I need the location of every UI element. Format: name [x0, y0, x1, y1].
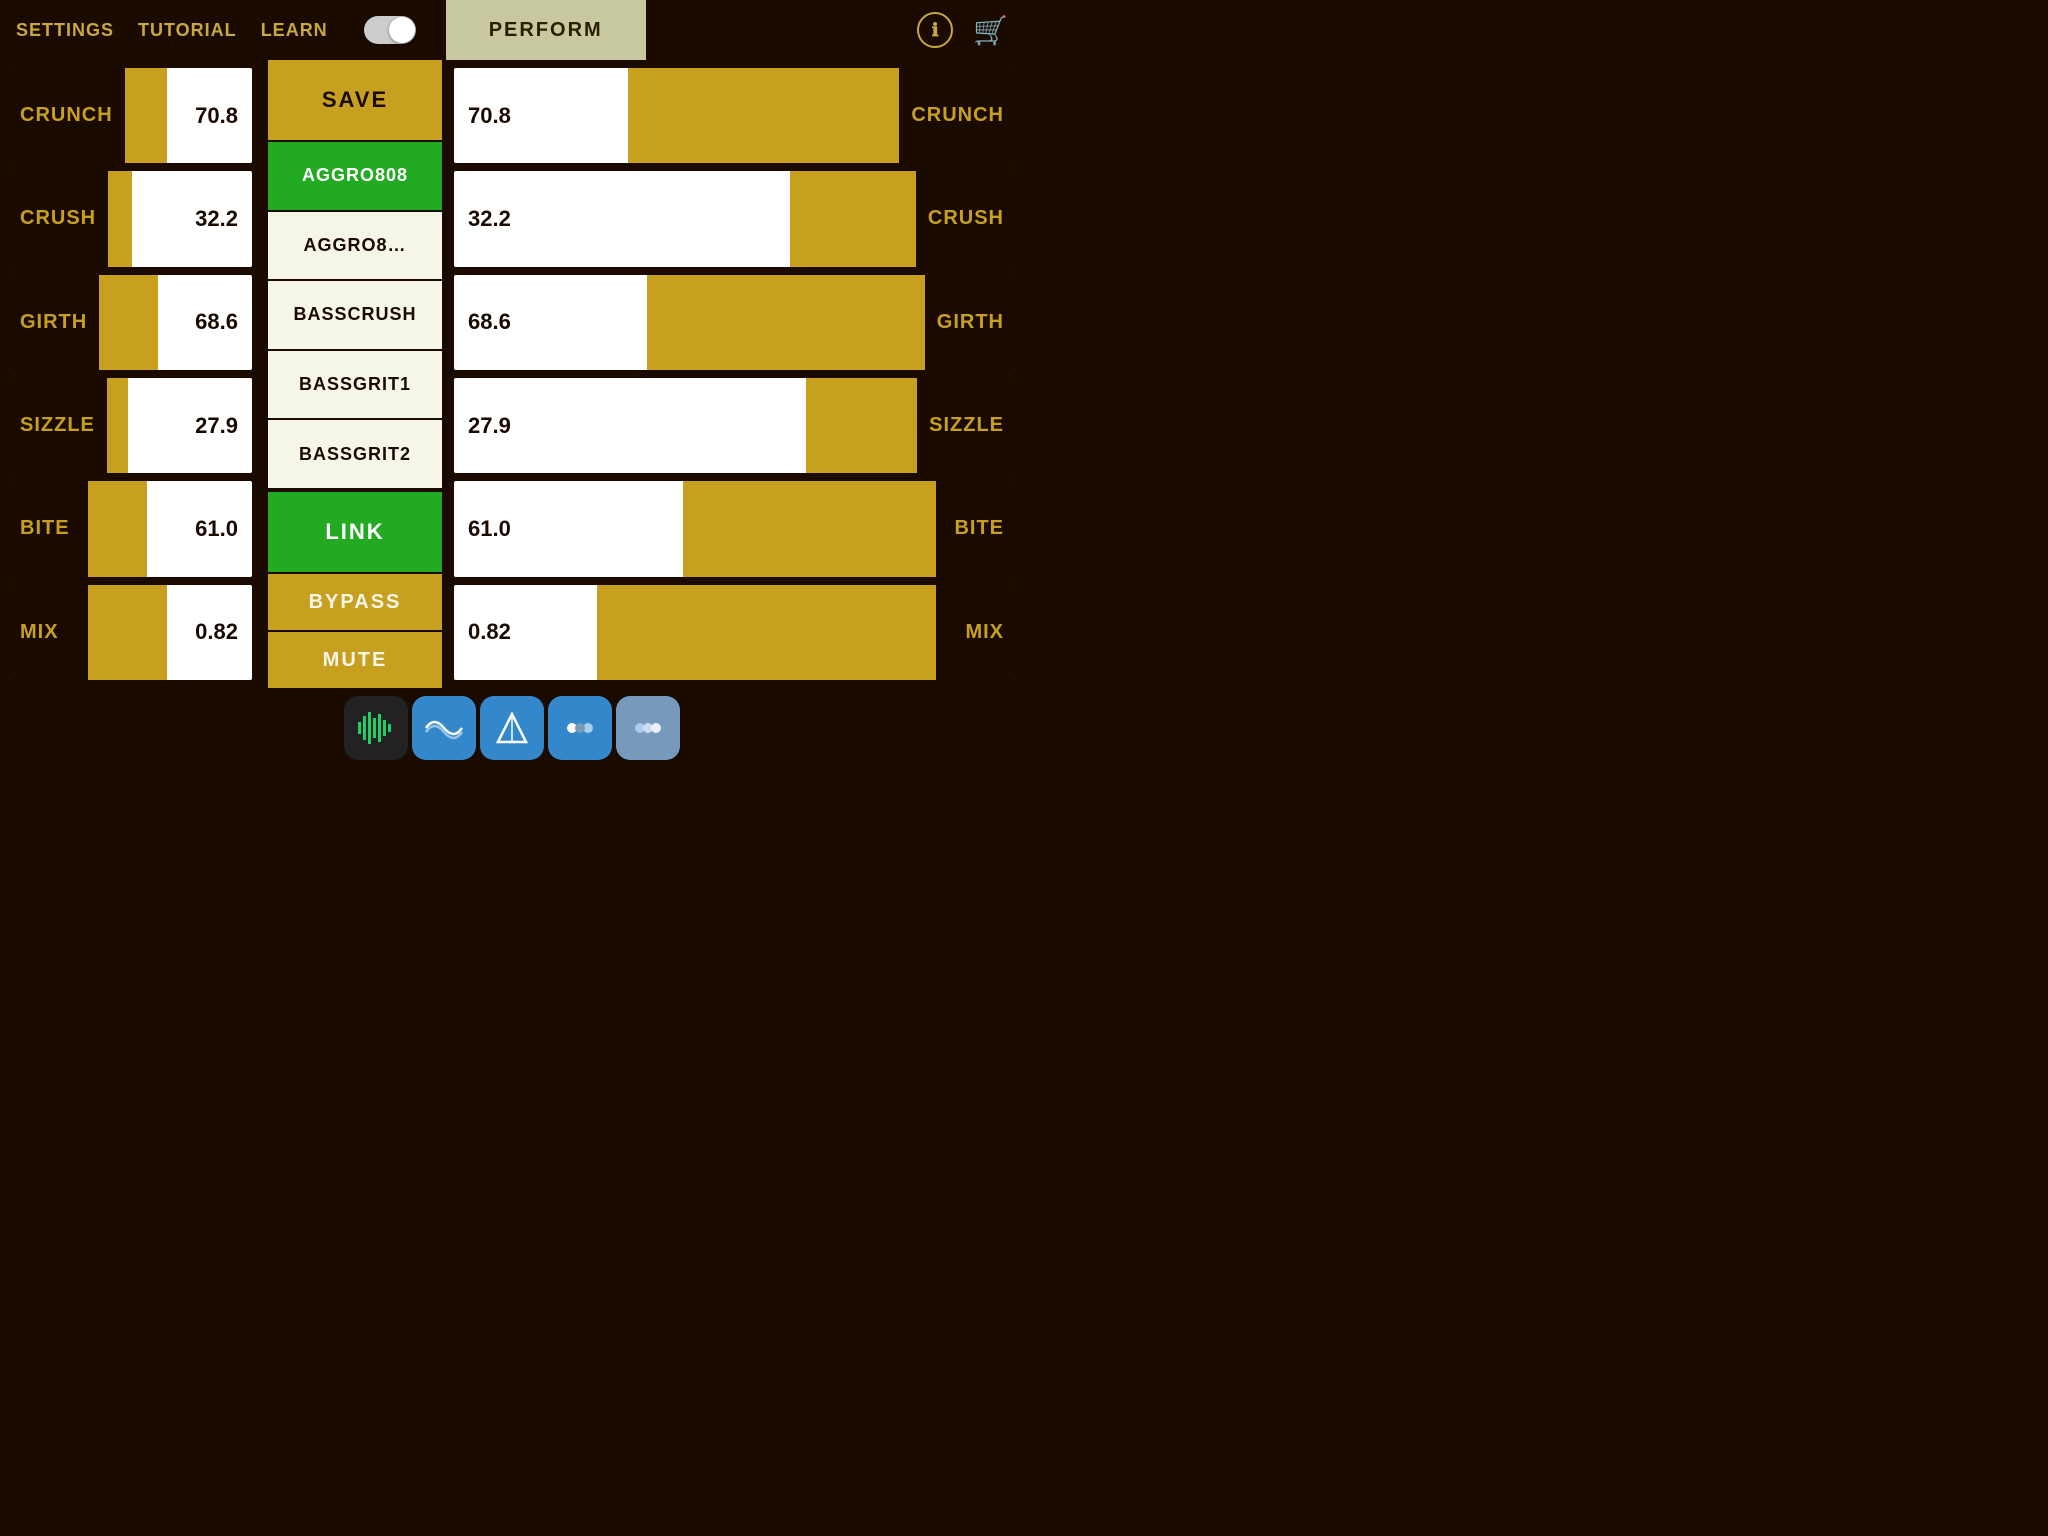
right-slider-track-0[interactable] — [522, 68, 899, 163]
top-right: ℹ 🛒 — [917, 12, 1008, 48]
right-slider-track-5[interactable] — [522, 585, 936, 680]
dock-oscilloscope[interactable] — [412, 696, 476, 760]
right-slider-label-1: CRUSH — [916, 171, 1016, 266]
toggle-knob — [389, 17, 415, 43]
left-slider-label-1: CRUSH — [8, 171, 108, 266]
left-slider-row-4[interactable]: BITE 61.0 — [8, 481, 252, 576]
left-slider-track-1[interactable] — [108, 171, 184, 266]
left-slider-value-0: 70.8 — [184, 68, 252, 163]
dock-dots2[interactable] — [616, 696, 680, 760]
right-slider-row-5[interactable]: 0.82 MIX — [454, 585, 1016, 680]
left-slider-value-4: 61.0 — [184, 481, 252, 576]
right-slider-label-0: CRUNCH — [899, 68, 1016, 163]
info-button[interactable]: ℹ — [917, 12, 953, 48]
tutorial-nav[interactable]: TUTORIAL — [138, 20, 237, 41]
left-slider-value-5: 0.82 — [184, 585, 252, 680]
cart-button[interactable]: 🛒 — [973, 14, 1008, 47]
right-slider-value-4: 61.0 — [454, 481, 522, 576]
right-slider-value-0: 70.8 — [454, 68, 522, 163]
right-slider-row-4[interactable]: 61.0 BITE — [454, 481, 1016, 576]
right-slider-track-1[interactable] — [522, 171, 916, 266]
dock-waveform[interactable] — [344, 696, 408, 760]
left-slider-label-5: MIX — [8, 585, 88, 680]
learn-nav[interactable]: LEARN — [261, 20, 328, 41]
left-slider-label-0: CRUNCH — [8, 68, 125, 163]
right-slider-track-4[interactable] — [522, 481, 936, 576]
top-bar: SETTINGS TUTORIAL LEARN PERFORM ℹ 🛒 — [0, 0, 1024, 60]
right-slider-row-2[interactable]: 68.6 GIRTH — [454, 275, 1016, 370]
right-slider-value-2: 68.6 — [454, 275, 522, 370]
left-panel: CRUNCH 70.8 CRUSH 32.2 GIRTH 68.6 SIZZLE… — [0, 60, 260, 688]
left-slider-track-0[interactable] — [125, 68, 184, 163]
main-content: CRUNCH 70.8 CRUSH 32.2 GIRTH 68.6 SIZZLE… — [0, 60, 1024, 688]
left-slider-label-2: GIRTH — [8, 275, 99, 370]
preset-item-2[interactable]: BASSCRUSH — [268, 281, 442, 351]
right-slider-row-3[interactable]: 27.9 SIZZLE — [454, 378, 1016, 473]
dock-logo[interactable] — [480, 696, 544, 760]
preset-item-4[interactable]: BASSGRIT2 — [268, 420, 442, 490]
right-slider-value-5: 0.82 — [454, 585, 522, 680]
bottom-dock — [0, 688, 1024, 768]
left-slider-row-1[interactable]: CRUSH 32.2 — [8, 171, 252, 266]
right-slider-label-3: SIZZLE — [917, 378, 1016, 473]
toggle-switch[interactable] — [364, 16, 416, 44]
right-slider-value-1: 32.2 — [454, 171, 522, 266]
dock-dots[interactable] — [548, 696, 612, 760]
left-slider-row-5[interactable]: MIX 0.82 — [8, 585, 252, 680]
center-col-inner: SAVE AGGRO808AGGRO8…BASSCRUSHBASSGRIT1BA… — [268, 60, 442, 688]
perform-button[interactable]: PERFORM — [446, 0, 646, 60]
top-nav: SETTINGS TUTORIAL LEARN — [16, 16, 416, 44]
right-slider-value-3: 27.9 — [454, 378, 522, 473]
bypass-button[interactable]: BYPASS — [268, 574, 442, 630]
right-slider-track-3[interactable] — [522, 378, 917, 473]
right-slider-track-2[interactable] — [522, 275, 925, 370]
left-slider-label-4: BITE — [8, 481, 88, 576]
save-button[interactable]: SAVE — [268, 60, 442, 140]
mute-button[interactable]: MUTE — [268, 632, 442, 688]
left-slider-row-0[interactable]: CRUNCH 70.8 — [8, 68, 252, 163]
left-slider-track-5[interactable] — [88, 585, 184, 680]
preset-list: AGGRO808AGGRO8…BASSCRUSHBASSGRIT1BASSGRI… — [268, 142, 442, 490]
preset-item-0[interactable]: AGGRO808 — [268, 142, 442, 212]
left-slider-track-2[interactable] — [99, 275, 184, 370]
right-slider-label-5: MIX — [936, 585, 1016, 680]
right-panel: 70.8 CRUNCH 32.2 CRUSH 68.6 GIRTH 27.9 S… — [450, 60, 1024, 688]
preset-item-3[interactable]: BASSGRIT1 — [268, 351, 442, 421]
left-slider-value-2: 68.6 — [184, 275, 252, 370]
right-slider-row-1[interactable]: 32.2 CRUSH — [454, 171, 1016, 266]
left-slider-value-1: 32.2 — [184, 171, 252, 266]
settings-nav[interactable]: SETTINGS — [16, 20, 114, 41]
link-button[interactable]: LINK — [268, 492, 442, 572]
left-slider-track-4[interactable] — [88, 481, 184, 576]
left-slider-value-3: 27.9 — [184, 378, 252, 473]
center-panel: SAVE AGGRO808AGGRO8…BASSCRUSHBASSGRIT1BA… — [260, 60, 450, 688]
right-slider-label-4: BITE — [936, 481, 1016, 576]
preset-item-1[interactable]: AGGRO8… — [268, 212, 442, 282]
left-slider-row-3[interactable]: SIZZLE 27.9 — [8, 378, 252, 473]
left-slider-track-3[interactable] — [107, 378, 184, 473]
left-slider-row-2[interactable]: GIRTH 68.6 — [8, 275, 252, 370]
left-slider-label-3: SIZZLE — [8, 378, 107, 473]
right-slider-label-2: GIRTH — [925, 275, 1016, 370]
right-slider-row-0[interactable]: 70.8 CRUNCH — [454, 68, 1016, 163]
